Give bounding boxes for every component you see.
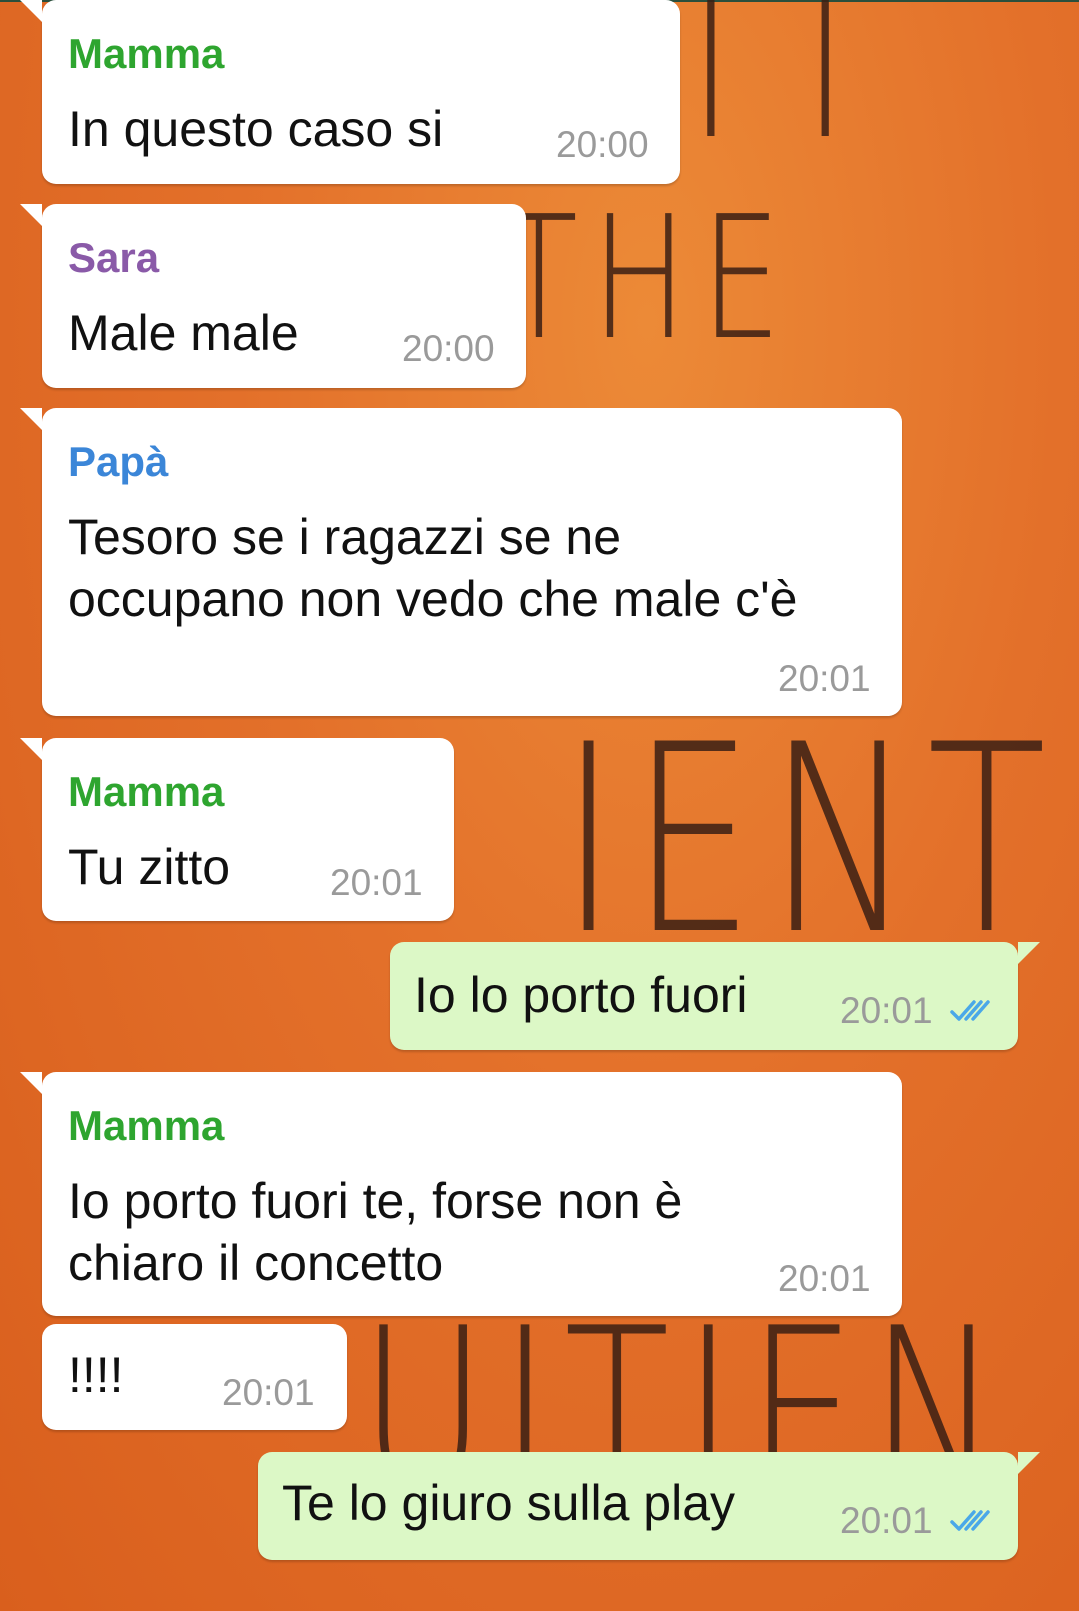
message-text: Male male <box>68 305 299 361</box>
sender-name-mamma[interactable]: Mamma <box>68 30 224 78</box>
message-timestamp: 20:00 <box>402 328 495 369</box>
incoming-message-bubble[interactable]: Mamma Tu zitto 20:01 <box>20 738 454 921</box>
double-check-read-icon <box>950 1510 990 1531</box>
message-timestamp: 20:01 <box>778 1258 871 1299</box>
message-text: Tu zitto <box>68 839 231 895</box>
incoming-message-bubble[interactable]: Papà Tesoro se i ragazzi se ne occupano … <box>20 408 902 716</box>
sender-name-mamma[interactable]: Mamma <box>68 1102 224 1150</box>
outgoing-message-bubble[interactable]: Te lo giuro sulla play 20:01 <box>258 1452 1040 1560</box>
wallpaper-letters: I I <box>690 0 860 181</box>
message-text-line: Tesoro se i ragazzi se ne <box>68 509 622 565</box>
outgoing-message-bubble[interactable]: Io lo porto fuori 20:01 <box>390 942 1040 1050</box>
sender-name-sara[interactable]: Sara <box>68 234 159 282</box>
message-timestamp: 20:00 <box>556 124 649 165</box>
message-text-line: chiaro il concetto <box>68 1235 444 1291</box>
incoming-message-bubble[interactable]: Mamma In questo caso si 20:00 <box>20 0 680 184</box>
message-timestamp: 20:01 <box>840 1500 933 1541</box>
sender-name-papa[interactable]: Papà <box>68 438 168 486</box>
double-check-read-icon <box>950 1000 990 1021</box>
message-text: In questo caso si <box>68 101 444 157</box>
message-text-line: Io porto fuori te, forse non è <box>68 1173 683 1229</box>
sender-name-mamma[interactable]: Mamma <box>68 768 224 816</box>
message-text: Te lo giuro sulla play <box>282 1475 736 1531</box>
incoming-message-bubble[interactable]: Sara Male male 20:00 <box>20 204 526 388</box>
message-text: !!!! <box>68 1347 124 1403</box>
message-timestamp: 20:01 <box>840 990 933 1031</box>
incoming-message-bubble[interactable]: Mamma Io porto fuori te, forse non è chi… <box>20 1072 902 1316</box>
message-text: Io lo porto fuori <box>414 967 748 1023</box>
message-timestamp: 20:01 <box>222 1372 315 1413</box>
message-text-line: occupano non vedo che male c'è <box>68 571 798 627</box>
message-timestamp: 20:01 <box>778 658 871 699</box>
message-timestamp: 20:01 <box>330 862 423 903</box>
incoming-message-bubble[interactable]: !!!! 20:01 <box>42 1324 347 1430</box>
wallpaper-letters: THE <box>500 180 795 378</box>
